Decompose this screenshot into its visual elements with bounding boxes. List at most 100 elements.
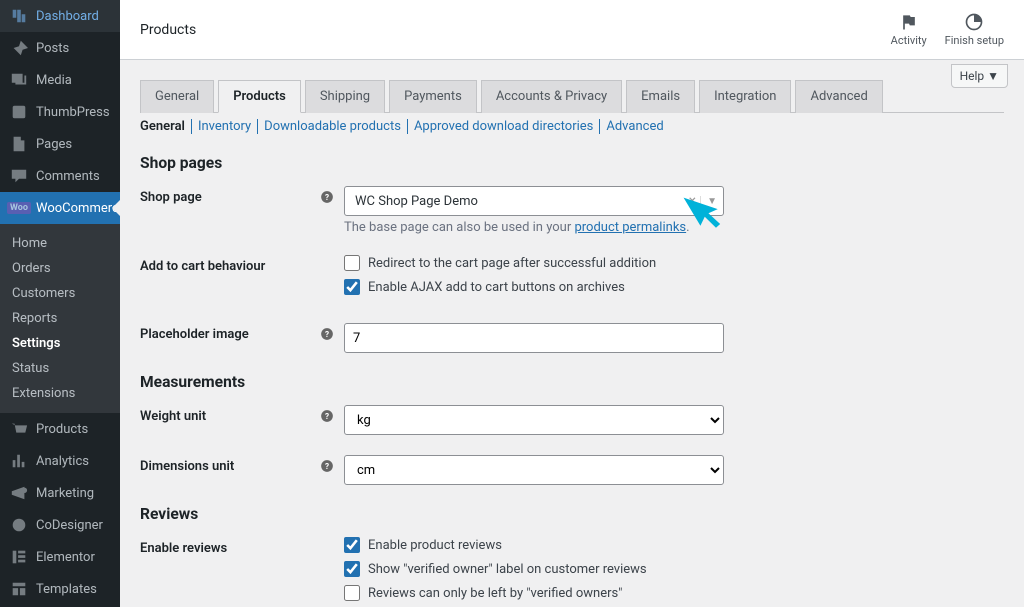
enable-product-reviews-row[interactable]: Enable product reviews xyxy=(344,537,1004,553)
sidebar-item-comments[interactable]: Comments xyxy=(0,160,120,192)
verified-only-row[interactable]: Reviews can only be left by "verified ow… xyxy=(344,585,1004,601)
topbar: Products Activity Finish setup xyxy=(120,0,1024,60)
tab-accounts-privacy[interactable]: Accounts & Privacy xyxy=(481,80,622,113)
sidebar-sub-reports[interactable]: Reports xyxy=(0,306,120,331)
sidebar-sub-settings[interactable]: Settings xyxy=(0,331,120,356)
tab-emails[interactable]: Emails xyxy=(626,80,695,113)
sidebar-item-label: Analytics xyxy=(36,454,89,469)
svg-text:?: ? xyxy=(325,329,329,339)
sidebar-item-products[interactable]: Products xyxy=(0,413,120,445)
finish-setup-button[interactable]: Finish setup xyxy=(945,12,1004,47)
woocommerce-submenu: HomeOrdersCustomersReportsSettingsStatus… xyxy=(0,224,120,413)
media-icon xyxy=(10,71,28,89)
sidebar-item-analytics[interactable]: Analytics xyxy=(0,445,120,477)
weight-unit-label: Weight unit xyxy=(140,405,320,424)
show-verified-row[interactable]: Show "verified owner" label on customer … xyxy=(344,561,1004,577)
sidebar-item-thumbpress[interactable]: ThumbPress xyxy=(0,96,120,128)
shop-pages-heading: Shop pages xyxy=(140,154,1004,172)
main-content: Products Activity Finish setup Help ▼ Ge… xyxy=(120,0,1024,607)
sidebar-item-label: Pages xyxy=(36,137,72,152)
comments-icon xyxy=(10,167,28,185)
shop-page-select[interactable]: WC Shop Page Demo × ▼ xyxy=(344,186,724,216)
enable-product-checkbox[interactable] xyxy=(344,537,360,553)
ajax-checkbox-row[interactable]: Enable AJAX add to cart buttons on archi… xyxy=(344,279,1004,295)
analytics-icon xyxy=(10,452,28,470)
help-icon[interactable]: ? xyxy=(320,186,344,204)
activity-button[interactable]: Activity xyxy=(891,12,927,47)
show-verified-checkbox[interactable] xyxy=(344,561,360,577)
templates-icon xyxy=(10,580,28,598)
sidebar-item-marketing[interactable]: Marketing xyxy=(0,477,120,509)
sidebar-item-label: Marketing xyxy=(36,486,94,501)
sidebar-item-posts[interactable]: Posts xyxy=(0,32,120,64)
svg-text:?: ? xyxy=(325,461,329,471)
woo-icon: Woo xyxy=(10,199,28,217)
sidebar-item-label: Elementor xyxy=(36,550,95,565)
sidebar-item-label: Media xyxy=(36,73,72,88)
tab-shipping[interactable]: Shipping xyxy=(305,80,385,113)
ajax-checkbox[interactable] xyxy=(344,279,360,295)
help-icon[interactable]: ? xyxy=(320,405,344,423)
redirect-checkbox-row[interactable]: Redirect to the cart page after successf… xyxy=(344,255,1004,271)
clear-icon[interactable]: × xyxy=(685,193,700,209)
page-icon xyxy=(10,135,28,153)
products-icon xyxy=(10,420,28,438)
tab-products[interactable]: Products xyxy=(218,80,301,113)
redirect-checkbox[interactable] xyxy=(344,255,360,271)
dashboard-icon xyxy=(10,7,28,25)
weight-unit-select[interactable]: kg xyxy=(344,405,724,435)
codesigner-icon xyxy=(10,516,28,534)
sidebar-item-label: WooCommerce xyxy=(36,201,120,216)
help-button[interactable]: Help ▼ xyxy=(951,64,1008,88)
sidebar-item-dashboard[interactable]: Dashboard xyxy=(0,0,120,32)
settings-subtabs: GeneralInventoryDownloadable productsApp… xyxy=(140,119,1004,134)
dimensions-unit-select[interactable]: cm xyxy=(344,455,724,485)
settings-tabs: GeneralProductsShippingPaymentsAccounts … xyxy=(140,80,1004,113)
shop-page-label: Shop page xyxy=(140,186,320,205)
chevron-down-icon[interactable]: ▼ xyxy=(700,196,717,207)
tab-integration[interactable]: Integration xyxy=(699,80,791,113)
marketing-icon xyxy=(10,484,28,502)
page-title: Products xyxy=(140,22,196,38)
cart-behaviour-label: Add to cart behaviour xyxy=(140,255,320,274)
sidebar-sub-extensions[interactable]: Extensions xyxy=(0,381,120,406)
sidebar-sub-home[interactable]: Home xyxy=(0,231,120,256)
flag-icon xyxy=(899,12,919,32)
tab-advanced[interactable]: Advanced xyxy=(795,80,882,113)
sidebar-item-woocommerce[interactable]: Woo WooCommerce xyxy=(0,192,120,224)
subtab-approved-download-directories[interactable]: Approved download directories xyxy=(408,119,600,134)
subtab-advanced[interactable]: Advanced xyxy=(600,119,669,134)
sidebar-item-pages[interactable]: Pages xyxy=(0,128,120,160)
subtab-inventory[interactable]: Inventory xyxy=(192,119,258,134)
admin-sidebar: Dashboard Posts Media ThumbPress Pages Commen… xyxy=(0,0,120,607)
product-permalinks-link[interactable]: product permalinks xyxy=(574,220,686,235)
pin-icon xyxy=(10,39,28,57)
sidebar-item-label: Posts xyxy=(36,41,69,56)
sidebar-sub-status[interactable]: Status xyxy=(0,356,120,381)
sidebar-item-elementor[interactable]: Elementor xyxy=(0,541,120,573)
sidebar-item-label: CoDesigner xyxy=(36,518,103,533)
sidebar-item-media[interactable]: Media xyxy=(0,64,120,96)
sidebar-sub-customers[interactable]: Customers xyxy=(0,281,120,306)
verified-only-checkbox[interactable] xyxy=(344,585,360,601)
dimensions-unit-label: Dimensions unit xyxy=(140,455,320,474)
sidebar-sub-orders[interactable]: Orders xyxy=(0,256,120,281)
subtab-general[interactable]: General xyxy=(140,119,192,134)
tab-payments[interactable]: Payments xyxy=(389,80,477,113)
progress-icon xyxy=(964,12,984,32)
help-icon[interactable]: ? xyxy=(320,323,344,341)
elementor-icon xyxy=(10,548,28,566)
svg-text:?: ? xyxy=(325,411,329,421)
sidebar-item-templates[interactable]: Templates xyxy=(0,573,120,605)
tab-general[interactable]: General xyxy=(140,80,214,113)
subtab-downloadable-products[interactable]: Downloadable products xyxy=(258,119,408,134)
sidebar-item-label: ThumbPress xyxy=(36,105,110,120)
sidebar-item-label: Products xyxy=(36,422,88,437)
help-icon[interactable]: ? xyxy=(320,455,344,473)
sidebar-item-codesigner[interactable]: CoDesigner xyxy=(0,509,120,541)
svg-text:?: ? xyxy=(325,192,329,202)
placeholder-label: Placeholder image xyxy=(140,323,320,342)
placeholder-input[interactable] xyxy=(344,323,724,353)
enable-reviews-label: Enable reviews xyxy=(140,537,320,556)
sidebar-item-label: Dashboard xyxy=(36,9,99,24)
